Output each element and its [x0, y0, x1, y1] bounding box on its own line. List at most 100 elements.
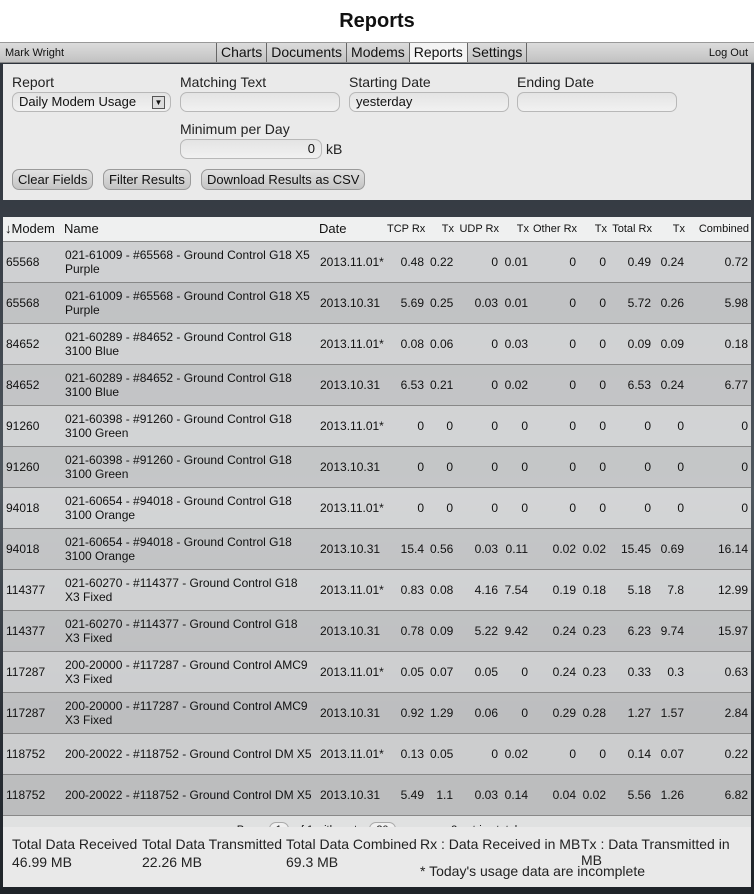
incomplete-note: * Today's usage data are incomplete: [420, 863, 646, 879]
col-other-rx[interactable]: Other Rx: [531, 217, 579, 242]
table-row[interactable]: 84652 021-60289 - #84652 - Ground Control…: [3, 364, 751, 406]
cell-tcp-tx: 0.05: [427, 733, 456, 775]
table-row[interactable]: 118752 200-20022 - #118752 - Ground Contr…: [3, 733, 751, 775]
cell-tcp-rx: 15.4: [385, 528, 427, 570]
minimum-per-day-input[interactable]: 0: [180, 139, 322, 159]
cell-tcp-rx: 6.53: [385, 364, 427, 406]
tab-reports[interactable]: Reports: [408, 43, 467, 62]
table-row[interactable]: 91260 021-60398 - #91260 - Ground Control…: [3, 405, 751, 447]
cell-other-rx: 0: [531, 487, 579, 529]
cell-udp-rx: 0: [456, 364, 501, 406]
col-tcp-rx[interactable]: TCP Rx: [385, 217, 427, 242]
report-select-value: Daily Modem Usage: [19, 94, 137, 109]
col-udp-tx[interactable]: Tx: [501, 217, 531, 242]
cell-modem: 94018: [3, 487, 62, 529]
download-csv-button[interactable]: Download Results as CSV: [201, 169, 366, 190]
cell-combined: 2.84: [687, 692, 751, 734]
cell-udp-tx: 0.02: [501, 364, 531, 406]
total-transmitted-value: 22.26 MB: [142, 854, 202, 870]
cell-tcp-rx: 0: [385, 487, 427, 529]
col-combined[interactable]: Combined: [687, 217, 751, 242]
cell-combined: 0.18: [687, 323, 751, 365]
cell-udp-tx: 0.01: [501, 282, 531, 324]
table-row[interactable]: 117287 200-20000 - #117287 - Ground Contr…: [3, 651, 751, 693]
cell-tcp-rx: 0.05: [385, 651, 427, 693]
table-row[interactable]: 65568 021-61009 - #65568 - Ground Control…: [3, 282, 751, 324]
chevron-down-icon[interactable]: ▼: [152, 96, 165, 109]
cell-total-rx: 0.09: [609, 323, 654, 365]
cell-date: 2013.10.31: [317, 774, 385, 816]
table-row[interactable]: 84652 021-60289 - #84652 - Ground Control…: [3, 323, 751, 365]
cell-other-rx: 0.29: [531, 692, 579, 734]
cell-tcp-rx: 5.69: [385, 282, 427, 324]
cell-modem: 91260: [3, 446, 62, 488]
cell-combined: 0: [687, 446, 751, 488]
cell-other-rx: 0: [531, 446, 579, 488]
cell-other-tx: 0: [579, 487, 609, 529]
table-row[interactable]: 114377 021-60270 - #114377 - Ground Contr…: [3, 569, 751, 611]
table-row[interactable]: 94018 021-60654 - #94018 - Ground Control…: [3, 528, 751, 570]
cell-date: 2013.10.31: [317, 692, 385, 734]
col-total-rx[interactable]: Total Rx: [609, 217, 654, 242]
filter-results-button[interactable]: Filter Results: [103, 169, 191, 190]
col-udp-rx[interactable]: UDP Rx: [456, 217, 501, 242]
cell-modem: 65568: [3, 282, 62, 324]
cell-tcp-tx: 0.25: [427, 282, 456, 324]
tab-settings[interactable]: Settings: [466, 43, 528, 62]
cell-other-rx: 0.24: [531, 610, 579, 652]
ending-date-input[interactable]: [517, 92, 677, 112]
clear-fields-button[interactable]: Clear Fields: [12, 169, 94, 190]
cell-other-tx: 0: [579, 282, 609, 324]
cell-modem: 84652: [3, 364, 62, 406]
cell-total-rx: 0: [609, 405, 654, 447]
cell-other-tx: 0.23: [579, 651, 609, 693]
cell-total-tx: 0.69: [654, 528, 687, 570]
cell-udp-tx: 0: [501, 692, 531, 734]
cell-total-rx: 5.18: [609, 569, 654, 611]
cell-other-rx: 0: [531, 241, 579, 283]
cell-total-rx: 0.49: [609, 241, 654, 283]
cell-other-rx: 0.02: [531, 528, 579, 570]
table-row[interactable]: 65568 021-61009 - #65568 - Ground Control…: [3, 241, 751, 283]
col-total-tx[interactable]: Tx: [654, 217, 687, 242]
cell-modem: 84652: [3, 323, 62, 365]
col-date[interactable]: Date: [317, 217, 385, 242]
filter-panel: Report Daily Modem Usage ▼ Matching Text…: [3, 64, 751, 200]
cell-tcp-rx: 0: [385, 446, 427, 488]
col-name[interactable]: Name: [62, 217, 317, 242]
cell-tcp-rx: 5.49: [385, 774, 427, 816]
col-tcp-tx[interactable]: Tx: [427, 217, 456, 242]
cell-combined: 16.14: [687, 528, 751, 570]
cell-name: 021-60270 - #114377 - Ground Control G18…: [62, 610, 317, 652]
cell-date: 2013.10.31: [317, 610, 385, 652]
starting-date-input[interactable]: yesterday: [349, 92, 509, 112]
table-row[interactable]: 118752 200-20022 - #118752 - Ground Contr…: [3, 774, 751, 816]
cell-tcp-tx: 0.56: [427, 528, 456, 570]
table-row[interactable]: 91260 021-60398 - #91260 - Ground Control…: [3, 446, 751, 488]
cell-total-tx: 0: [654, 405, 687, 447]
cell-other-rx: 0: [531, 405, 579, 447]
report-select[interactable]: Daily Modem Usage ▼: [12, 92, 171, 112]
cell-other-tx: 0: [579, 405, 609, 447]
cell-other-tx: 0: [579, 733, 609, 775]
cell-udp-rx: 0.03: [456, 774, 501, 816]
tab-documents[interactable]: Documents: [266, 43, 346, 62]
cell-date: 2013.11.01*: [317, 569, 385, 611]
cell-udp-rx: 0: [456, 733, 501, 775]
tab-charts[interactable]: Charts: [216, 43, 266, 62]
table-row[interactable]: 94018 021-60654 - #94018 - Ground Control…: [3, 487, 751, 529]
cell-udp-tx: 7.54: [501, 569, 531, 611]
cell-other-rx: 0: [531, 364, 579, 406]
logout-link[interactable]: Log Out: [709, 43, 754, 62]
cell-other-tx: 0: [579, 241, 609, 283]
user-name: Mark Wright: [5, 47, 65, 59]
cell-total-tx: 0: [654, 487, 687, 529]
col-other-tx[interactable]: Tx: [579, 217, 609, 242]
tab-modems[interactable]: Modems: [346, 43, 409, 62]
table-row[interactable]: 117287 200-20000 - #117287 - Ground Contr…: [3, 692, 751, 734]
cell-other-rx: 0: [531, 282, 579, 324]
matching-text-input[interactable]: [180, 92, 340, 112]
col-modem[interactable]: ↓Modem: [3, 217, 62, 242]
table-row[interactable]: 114377 021-60270 - #114377 - Ground Contr…: [3, 610, 751, 652]
cell-other-rx: 0: [531, 733, 579, 775]
